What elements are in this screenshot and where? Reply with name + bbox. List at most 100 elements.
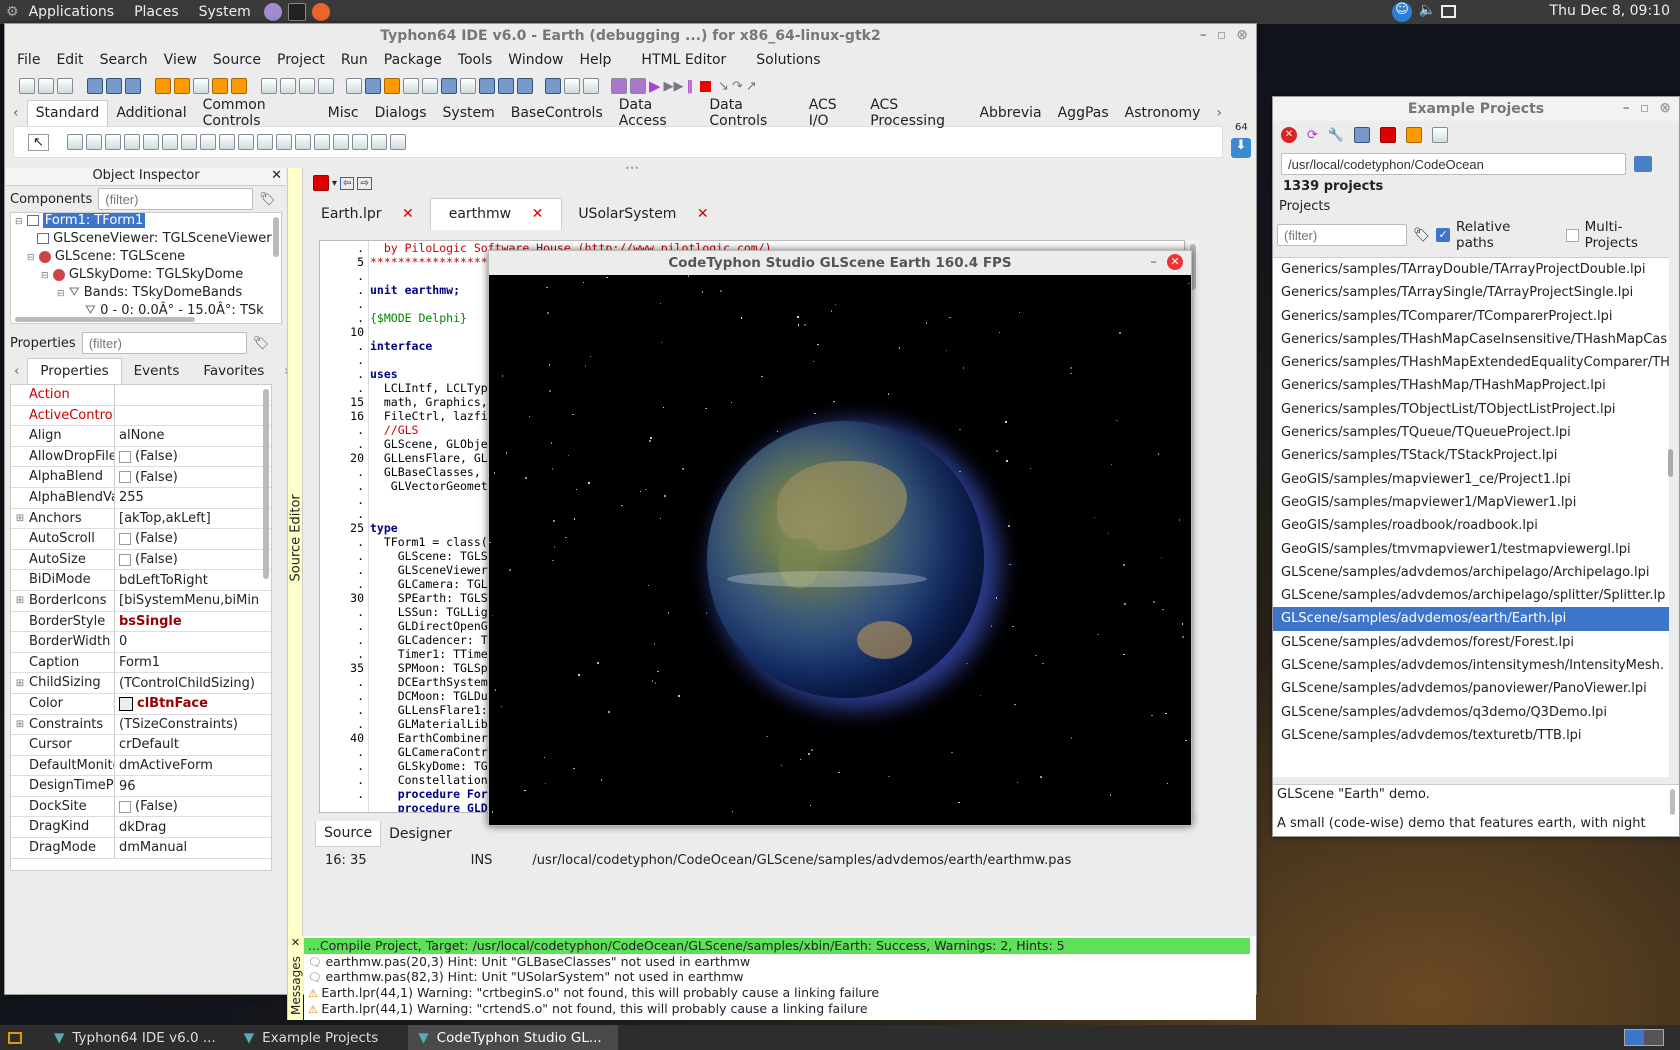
tlistbox-icon[interactable] — [237, 134, 254, 150]
launcher-icon[interactable] — [263, 3, 282, 21]
pointer-tool-icon[interactable]: ↖ — [28, 133, 49, 151]
toggle-form-icon[interactable] — [318, 78, 334, 94]
menu-search[interactable]: Search — [92, 52, 156, 68]
tcheckgroup-icon[interactable] — [332, 134, 349, 150]
close-icon[interactable]: ⊗ — [1236, 27, 1248, 43]
property-value[interactable]: (False) — [115, 552, 271, 567]
project-item[interactable]: Generics/samples/TArrayDouble/TArrayProj… — [1273, 258, 1669, 281]
tab-close-icon[interactable]: ✕ — [689, 206, 717, 222]
palette-tab-standard[interactable]: Standard — [26, 100, 109, 126]
menu-solutions[interactable]: Solutions — [734, 52, 828, 68]
project-close-icon[interactable] — [193, 78, 209, 94]
inspector-scroll-left[interactable]: ‹ — [6, 363, 27, 379]
property-checkbox[interactable] — [119, 471, 131, 484]
tree-hscrollbar[interactable] — [15, 317, 195, 322]
tab-favorites[interactable]: Favorites — [191, 363, 276, 379]
project-item[interactable]: Generics/samples/TStack/TStackProject.lp… — [1273, 444, 1669, 467]
property-row[interactable]: DragKind dkDrag — [11, 817, 271, 839]
property-value[interactable]: dmActiveForm — [115, 758, 271, 773]
tab-events[interactable]: Events — [122, 363, 192, 379]
new-unit-icon[interactable] — [57, 78, 73, 94]
message-item[interactable]: ⚠ Earth.lpr(44,1) Warning: "crtendS.o" n… — [304, 1001, 1256, 1017]
project-item[interactable]: Generics/samples/THashMapExtendedEqualit… — [1273, 351, 1669, 374]
pause-icon[interactable]: ‖ — [687, 79, 694, 94]
goto-icon[interactable] — [479, 78, 495, 94]
menu-help[interactable]: Help — [572, 52, 620, 68]
property-value[interactable]: [biSystemMenu,biMin — [115, 593, 271, 608]
tmemo-icon[interactable] — [161, 134, 178, 150]
project-open-icon[interactable] — [155, 78, 171, 94]
firefox-icon[interactable] — [311, 3, 330, 21]
jump-back-icon[interactable] — [517, 78, 533, 94]
property-value[interactable]: (False) — [115, 531, 271, 546]
stop-icon[interactable] — [700, 80, 712, 92]
examples-close-icon[interactable]: ✕ — [1281, 127, 1297, 143]
find-icon[interactable] — [441, 78, 457, 94]
tab-earth-lpr[interactable]: Earth.lpr ✕ — [305, 206, 430, 222]
refresh-icon[interactable]: ⟳ — [1307, 128, 1318, 143]
nav-forward-icon[interactable]: ⇨ — [357, 176, 372, 190]
project-inspector-icon[interactable] — [231, 78, 247, 94]
view-messages-icon[interactable] — [583, 78, 599, 94]
project-item[interactable]: Generics/samples/TQueue/TQueueProject.lp… — [1273, 421, 1669, 444]
property-row[interactable]: ⊞ ChildSizing (TControlChildSizing) — [11, 673, 271, 694]
property-value[interactable]: bsSingle — [115, 614, 271, 629]
menu-source[interactable]: Source — [205, 52, 269, 68]
property-checkbox[interactable] — [119, 553, 131, 566]
tactionlist-icon[interactable] — [389, 134, 406, 150]
task-example-projects[interactable]: ▼ Example Projects — [234, 1025, 388, 1050]
property-value[interactable]: (TSizeConstraints) — [115, 717, 271, 732]
task-typhon-ide[interactable]: ▼ Typhon64 IDE v6.0 ... — [44, 1025, 226, 1050]
property-row[interactable]: ⊞ BorderIcons [biSystemMenu,biMin — [11, 590, 271, 612]
property-row[interactable]: DockSite (False) — [11, 796, 271, 818]
property-value[interactable]: (False) — [115, 470, 271, 485]
menu-file[interactable]: File — [9, 52, 48, 68]
properties-filter[interactable] — [81, 332, 247, 354]
examples-titlebar[interactable]: Example Projects – ▫ ⊗ — [1273, 97, 1679, 121]
palette-tab-astronomy[interactable]: Astronomy — [1117, 105, 1209, 121]
property-row[interactable]: Caption Form1 — [11, 652, 271, 674]
maximize-icon[interactable]: ▫ — [1217, 27, 1227, 43]
property-value[interactable]: Form1 — [115, 655, 271, 670]
property-value[interactable]: dkDrag — [115, 820, 271, 835]
tree-item-bands[interactable]: ⊟ ⛛ Bands: TSkyDomeBands — [11, 285, 281, 303]
property-row[interactable]: BorderWidth 0 — [11, 632, 271, 653]
tree-item-form1[interactable]: ⊟ Form1: TForm1 — [11, 213, 281, 231]
debug-icon[interactable] — [545, 78, 561, 94]
tab-source[interactable]: Source — [315, 821, 382, 847]
tgroupbox-icon[interactable] — [294, 134, 311, 150]
compile-icon[interactable] — [346, 78, 362, 94]
palette-scroll-right[interactable]: › — [1208, 105, 1230, 121]
palette-tab-acs-io[interactable]: ACS I/O — [801, 97, 863, 129]
tradiogroup-icon[interactable] — [313, 134, 330, 150]
tree-item-glskydome[interactable]: ⊟ GLSkyDome: TGLSkyDome — [11, 267, 281, 285]
distro-icon[interactable]: ⚙ — [6, 4, 19, 20]
menu-tools[interactable]: Tools — [450, 52, 501, 68]
close-icon[interactable]: ✕ — [1167, 254, 1183, 270]
menu-window[interactable]: Window — [500, 52, 571, 68]
step-over-icon[interactable]: ↷ — [732, 79, 743, 94]
tradiobutton-icon[interactable] — [218, 134, 235, 150]
message-item[interactable]: 🗨 earthmw.pas(20,3) Hint: Unit "GLBaseCl… — [304, 954, 1256, 970]
property-value[interactable]: alNone — [115, 428, 271, 443]
palette-tab-misc[interactable]: Misc — [320, 105, 367, 121]
show-desktop-icon[interactable] — [8, 1031, 22, 1044]
view-units2-icon[interactable] — [422, 78, 438, 94]
expand-icon[interactable]: ⊞ — [11, 513, 29, 524]
menu-view[interactable]: View — [156, 52, 205, 68]
project-item[interactable]: Generics/samples/TComparer/TComparerProj… — [1273, 305, 1669, 328]
project-item[interactable]: GeoGIS/samples/tmvmapviewer1/testmapview… — [1273, 538, 1669, 561]
property-row[interactable]: Align alNone — [11, 426, 271, 447]
palette-tab-system[interactable]: System — [435, 105, 503, 121]
step-into-icon[interactable]: ↘ — [718, 79, 729, 94]
project-item[interactable]: GLScene/samples/advdemos/panoviewer/Pano… — [1273, 677, 1669, 700]
browse-folder-icon[interactable] — [1634, 156, 1652, 172]
message-item[interactable]: 🗨 earthmw.pas(82,3) Hint: Unit "USolarSy… — [304, 969, 1256, 985]
project-item[interactable]: GeoGIS/samples/mapviewer1/MapViewer1.lpi — [1273, 491, 1669, 514]
project-item[interactable]: Generics/samples/TArraySingle/TArrayProj… — [1273, 281, 1669, 304]
project-item[interactable]: GLScene/samples/advdemos/archipelago/spl… — [1273, 584, 1669, 607]
tab-properties[interactable]: Properties — [27, 358, 122, 384]
palette-tab-data-controls[interactable]: Data Controls — [701, 97, 800, 129]
step-out-icon[interactable]: ↗ — [746, 79, 757, 94]
tlabel-icon[interactable] — [123, 134, 140, 150]
